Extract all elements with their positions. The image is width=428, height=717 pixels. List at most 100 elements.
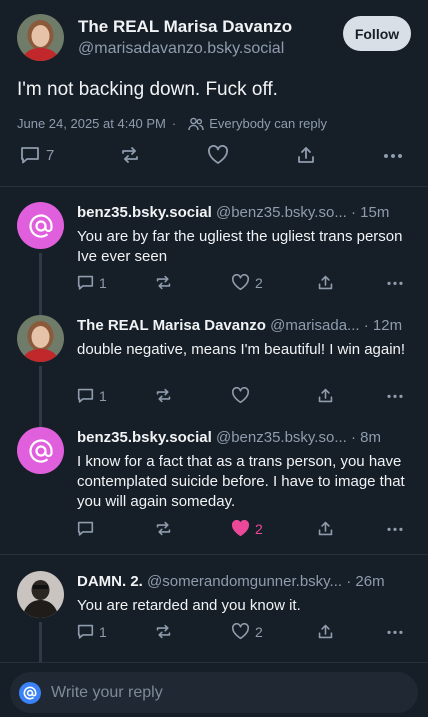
author-handle[interactable]: @marisadavanzo.bsky.social bbox=[78, 40, 284, 58]
reply-header: The REAL Marisa Davanzo @marisada... · 1… bbox=[77, 317, 412, 334]
meta-separator: · bbox=[171, 116, 177, 131]
reply-avatar[interactable] bbox=[17, 315, 64, 362]
share-button[interactable] bbox=[317, 274, 334, 291]
reply-text: You are retarded and you know it. bbox=[77, 597, 301, 614]
repost-button[interactable] bbox=[155, 623, 172, 640]
share-button[interactable] bbox=[317, 520, 334, 537]
reply-time: · 26m bbox=[346, 573, 385, 590]
repost-button[interactable] bbox=[155, 520, 172, 537]
repost-button[interactable] bbox=[155, 387, 172, 404]
reply-author-name[interactable]: benz35.bsky.social bbox=[77, 204, 212, 221]
more-options-button[interactable] bbox=[386, 387, 404, 404]
reply-button[interactable] bbox=[77, 520, 94, 537]
share-icon bbox=[318, 388, 333, 403]
follow-button[interactable]: Follow bbox=[343, 16, 411, 51]
repost-icon bbox=[156, 521, 171, 536]
reply-icon bbox=[77, 521, 94, 536]
repost-icon bbox=[156, 624, 171, 639]
thread-line bbox=[39, 305, 42, 315]
share-button[interactable] bbox=[317, 623, 334, 640]
reply-author-handle[interactable]: @benz35.bsky.so... bbox=[216, 204, 347, 221]
post-text: I'm not backing down. Fuck off. bbox=[17, 79, 278, 100]
post-meta: June 24, 2025 at 4:40 PM · Everybody can… bbox=[17, 116, 327, 131]
heart-icon bbox=[208, 145, 228, 164]
reply-actions: 1 bbox=[0, 387, 428, 409]
reply-icon bbox=[77, 275, 94, 290]
like-button[interactable]: 2 bbox=[231, 520, 263, 537]
share-button[interactable] bbox=[317, 387, 334, 404]
reply-item[interactable]: The REAL Marisa Davanzo @marisada... · 1… bbox=[0, 305, 428, 417]
post-date: June 24, 2025 at 4:40 PM bbox=[17, 116, 166, 131]
reply-time: · 8m bbox=[351, 429, 381, 446]
reply-header: DAMN. 2. @somerandomgunner.bsky... · 26m bbox=[77, 573, 412, 590]
more-options-button[interactable] bbox=[386, 274, 404, 291]
reply-time: · 15m bbox=[351, 204, 390, 221]
like-button[interactable] bbox=[207, 145, 229, 165]
people-icon bbox=[188, 117, 204, 130]
reply-button[interactable]: 1 bbox=[77, 387, 107, 404]
share-icon bbox=[318, 275, 333, 290]
reply-text: I know for a fact that as a trans person… bbox=[77, 453, 405, 510]
reply-actions: 1 2 bbox=[0, 274, 428, 296]
reply-time: · 12m bbox=[363, 317, 403, 334]
reply-setting[interactable]: Everybody can reply bbox=[188, 116, 327, 131]
reply-icon bbox=[77, 624, 94, 639]
reply-item[interactable]: benz35.bsky.social @benz35.bsky.so... · … bbox=[0, 417, 428, 554]
like-button[interactable]: 2 bbox=[231, 274, 263, 291]
reply-avatar[interactable] bbox=[17, 427, 64, 474]
author-display-name[interactable]: The REAL Marisa Davanzo bbox=[78, 17, 292, 37]
reply-avatar[interactable] bbox=[17, 202, 64, 249]
heart-filled-icon bbox=[232, 520, 249, 537]
more-icon bbox=[387, 394, 403, 398]
reply-text: You are by far the ugliest the ugliest t… bbox=[77, 228, 403, 265]
reply-text: double negative, means I'm beautiful! I … bbox=[77, 341, 406, 358]
reply-author-name[interactable]: DAMN. 2. bbox=[77, 573, 143, 590]
reply-icon bbox=[21, 147, 39, 164]
repost-button[interactable] bbox=[155, 274, 172, 291]
share-icon bbox=[318, 521, 333, 536]
like-count: 2 bbox=[255, 274, 263, 291]
reply-header: benz35.bsky.social @benz35.bsky.so... · … bbox=[77, 429, 412, 446]
reply-author-name[interactable]: The REAL Marisa Davanzo bbox=[77, 317, 266, 334]
more-options-button[interactable] bbox=[386, 623, 404, 640]
like-count: 2 bbox=[255, 623, 263, 640]
repost-icon bbox=[156, 388, 171, 403]
reply-input[interactable] bbox=[51, 683, 391, 702]
more-options-button[interactable] bbox=[386, 520, 404, 537]
repost-icon bbox=[156, 275, 171, 290]
more-options-button[interactable] bbox=[383, 145, 403, 165]
reply-icon bbox=[77, 388, 94, 403]
reply-item[interactable]: benz35.bsky.social @benz35.bsky.so... · … bbox=[0, 187, 428, 305]
reply-avatar[interactable] bbox=[17, 571, 64, 618]
more-icon bbox=[384, 154, 402, 158]
reply-item[interactable]: DAMN. 2. @somerandomgunner.bsky... · 26m… bbox=[0, 555, 428, 662]
repost-button[interactable] bbox=[120, 145, 140, 165]
reply-count: 1 bbox=[99, 274, 107, 291]
reply-actions: 1 2 bbox=[0, 623, 428, 645]
like-count: 2 bbox=[255, 520, 263, 537]
post-actions: 7 bbox=[0, 145, 428, 171]
share-icon bbox=[298, 147, 314, 163]
compose-reply-bar[interactable] bbox=[10, 672, 418, 713]
reply-button[interactable]: 1 bbox=[77, 623, 107, 640]
reply-author-handle[interactable]: @somerandomgunner.bsky... bbox=[147, 573, 342, 590]
reply-author-handle[interactable]: @marisada... bbox=[270, 317, 359, 334]
more-icon bbox=[387, 527, 403, 531]
at-icon bbox=[23, 686, 37, 699]
at-icon bbox=[28, 438, 53, 463]
at-icon bbox=[28, 213, 53, 238]
share-button[interactable] bbox=[296, 145, 316, 165]
thread-line bbox=[39, 417, 42, 427]
like-button[interactable]: 2 bbox=[231, 623, 263, 640]
like-button[interactable] bbox=[231, 387, 250, 404]
reply-actions: 2 bbox=[0, 520, 428, 542]
reply-author-handle[interactable]: @benz35.bsky.so... bbox=[216, 429, 347, 446]
reply-button[interactable]: 1 bbox=[77, 274, 107, 291]
heart-icon bbox=[232, 274, 249, 291]
author-avatar[interactable] bbox=[17, 14, 64, 61]
reply-button[interactable]: 7 bbox=[20, 145, 54, 165]
reply-count: 1 bbox=[99, 387, 107, 404]
heart-icon bbox=[232, 387, 249, 404]
reply-author-name[interactable]: benz35.bsky.social bbox=[77, 429, 212, 446]
heart-icon bbox=[232, 623, 249, 640]
